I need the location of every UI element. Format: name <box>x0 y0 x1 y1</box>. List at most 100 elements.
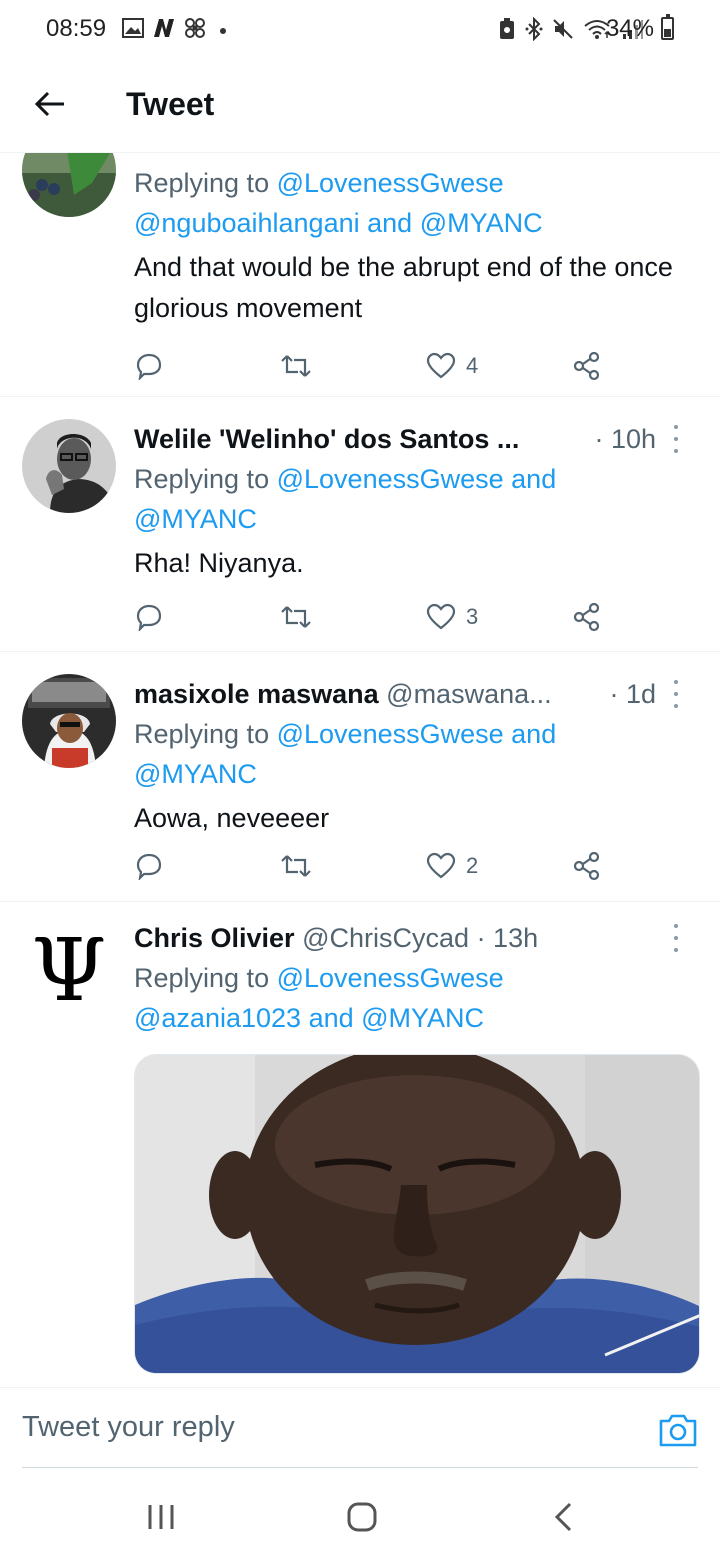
retweet-icon <box>281 855 311 877</box>
retweet-button[interactable] <box>280 346 312 386</box>
more-options-icon[interactable] <box>664 680 688 708</box>
home-icon <box>347 1502 377 1532</box>
status-time: 08:59 <box>46 15 107 42</box>
back-button[interactable] <box>28 82 72 126</box>
mention-link[interactable]: @MYANC <box>420 208 543 238</box>
arrow-left-icon <box>34 91 64 117</box>
tweet-item[interactable]: Ψ Chris Olivier @ChrisCycad · 13h Replyi… <box>0 902 720 1387</box>
author-handle[interactable]: @ChrisCycad <box>302 923 469 953</box>
tweet-item[interactable]: Welile 'Welinho' dos Santos ... · 10h Re… <box>0 397 720 652</box>
mention-and: and <box>367 208 413 238</box>
app-header: Tweet <box>0 58 720 153</box>
battery-percent: 34% <box>605 15 654 42</box>
tweet-header: masixole maswana @maswana... · 1d <box>134 674 700 714</box>
tweet-text: Rha! Niyanya. <box>134 548 304 578</box>
replying-to: Replying to @LovenessGwese and @MYANC <box>134 464 557 534</box>
share-icon <box>573 851 600 881</box>
reply-bar <box>0 1387 720 1469</box>
chevron-left-icon <box>554 1502 572 1532</box>
share-icon <box>573 351 600 381</box>
like-count: 3 <box>466 604 479 629</box>
mute-icon <box>552 18 574 45</box>
reply-icon <box>136 604 162 631</box>
status-left-icons <box>122 17 226 44</box>
tweet-time: · 10h <box>594 424 656 454</box>
tweet-text: And that would be the abrupt end of the … <box>134 252 673 323</box>
mention-link[interactable]: @azania1023 <box>134 1003 301 1033</box>
camera-icon <box>659 1414 697 1447</box>
tweet-item[interactable]: masixole maswana @maswana... · 1d Replyi… <box>0 652 720 902</box>
avatar[interactable] <box>22 153 116 217</box>
tweet-photo[interactable] <box>134 1054 700 1374</box>
retweet-icon <box>281 606 311 628</box>
reply-feed[interactable]: Replying to @LovenessGwese @nguboaihlang… <box>0 153 720 1387</box>
heart-icon <box>426 352 456 379</box>
avatar[interactable] <box>22 419 116 513</box>
tweet-header: Chris Olivier @ChrisCycad · 13h <box>134 918 700 958</box>
lock-battery-icon <box>498 18 516 45</box>
share-button[interactable] <box>572 846 602 886</box>
recent-apps-icon <box>148 1505 174 1529</box>
heart-icon <box>426 603 456 630</box>
reply-button[interactable] <box>134 597 164 637</box>
mention-link[interactable]: @LovenessGwese <box>277 168 504 198</box>
author-name[interactable]: masixole maswana <box>134 679 379 709</box>
system-back-button[interactable] <box>548 1499 578 1535</box>
mention-link[interactable]: @MYANC <box>134 504 257 534</box>
mention-link[interactable]: @LovenessGwese <box>277 719 504 749</box>
mention-and: and <box>511 464 557 494</box>
reply-icon <box>136 853 162 880</box>
tweet-time: · 13h <box>476 923 539 953</box>
status-bar: 08:59 34% <box>0 0 720 58</box>
share-button[interactable] <box>572 597 602 637</box>
gallery-icon <box>122 18 144 43</box>
avatar[interactable] <box>22 674 116 768</box>
tweet-actions: 3 <box>134 597 614 637</box>
replying-to: Replying to @LovenessGwese @azania1023 a… <box>134 963 504 1033</box>
fan-icon <box>184 17 206 44</box>
mention-link[interactable]: @LovenessGwese <box>277 464 504 494</box>
reply-input[interactable] <box>22 1388 698 1468</box>
dot-icon <box>220 27 226 34</box>
like-button[interactable]: 3 <box>426 597 478 637</box>
replying-to: Replying to @LovenessGwese @nguboaihlang… <box>134 168 543 238</box>
tweet-item[interactable]: Replying to @LovenessGwese @nguboaihlang… <box>0 153 720 397</box>
retweet-button[interactable] <box>280 597 312 637</box>
mention-link[interactable]: @LovenessGwese <box>277 963 504 993</box>
mention-link[interactable]: @nguboaihlangani <box>134 208 360 238</box>
n-app-icon <box>152 18 176 43</box>
avatar[interactable]: Ψ <box>22 924 116 1018</box>
like-count: 2 <box>466 853 479 878</box>
tweet-time: · 1d <box>609 679 656 709</box>
system-nav-bar <box>0 1469 720 1560</box>
replying-to: Replying to @LovenessGwese and @MYANC <box>134 719 557 789</box>
home-button[interactable] <box>344 1499 380 1535</box>
author-name[interactable]: Chris Olivier <box>134 923 295 953</box>
retweet-button[interactable] <box>280 846 312 886</box>
mention-link[interactable]: @MYANC <box>361 1003 484 1033</box>
recent-apps-button[interactable] <box>144 1499 178 1535</box>
reply-icon <box>136 353 162 380</box>
share-icon <box>573 602 600 632</box>
psi-logo: Ψ <box>31 924 107 1018</box>
tweet-actions: 2 <box>134 846 614 886</box>
like-button[interactable]: 4 <box>426 346 478 386</box>
retweet-icon <box>281 355 311 377</box>
share-button[interactable] <box>572 346 602 386</box>
author-handle[interactable]: @maswana... <box>386 679 551 709</box>
camera-button[interactable] <box>658 1412 698 1452</box>
mention-link[interactable]: @MYANC <box>134 759 257 789</box>
tweet-header: Welile 'Welinho' dos Santos ... · 10h <box>134 419 700 459</box>
more-options-icon[interactable] <box>664 425 688 453</box>
tweet-text: Aowa, neveeeer <box>134 803 330 833</box>
author-name[interactable]: Welile 'Welinho' dos Santos ... <box>134 424 519 454</box>
battery-icon <box>661 14 674 40</box>
reply-button[interactable] <box>134 846 164 886</box>
more-options-icon[interactable] <box>664 924 688 952</box>
page-title: Tweet <box>126 86 215 122</box>
like-button[interactable]: 2 <box>426 846 478 886</box>
tweet-actions: 4 <box>134 346 614 386</box>
mention-and: and <box>511 719 557 749</box>
reply-button[interactable] <box>134 346 164 386</box>
bluetooth-icon <box>525 16 543 46</box>
